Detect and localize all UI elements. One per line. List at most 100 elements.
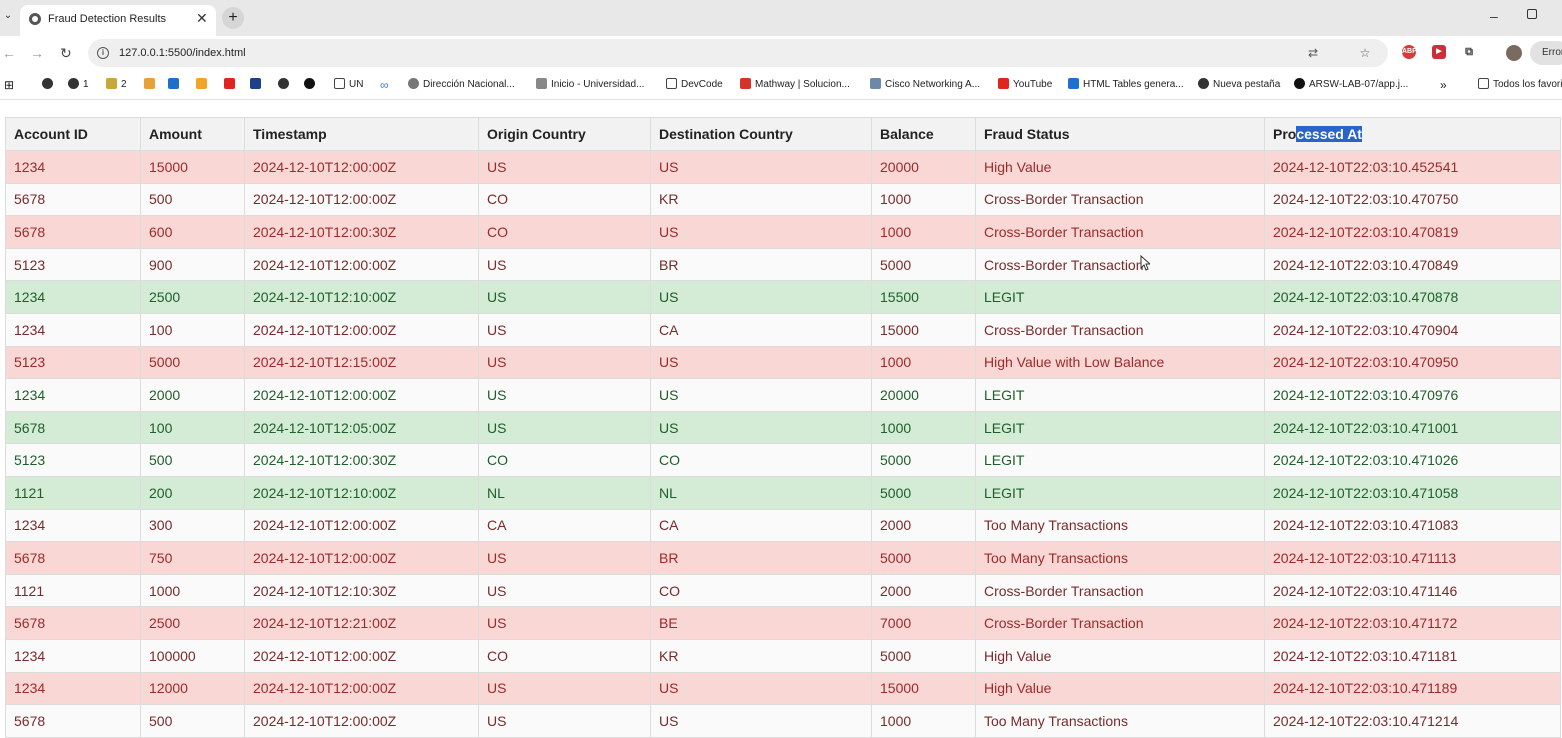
apps-grid-icon[interactable]: ⊞ <box>4 78 14 92</box>
cell-amount: 500 <box>140 704 245 738</box>
bookmark-item[interactable] <box>304 78 319 92</box>
cell-processed-at: 2024-12-10T22:03:10.452541 <box>1264 150 1561 184</box>
cell-destination-country: BE <box>650 606 872 640</box>
cell-balance: 5000 <box>871 541 976 575</box>
bookmark-star-icon[interactable]: ☆ <box>1358 46 1372 60</box>
profile-error-pill[interactable]: Error <box>1530 41 1562 65</box>
cell-amount: 1000 <box>140 573 245 608</box>
cell-fraud-status: LEGIT <box>975 443 1265 477</box>
table-row: 1234 2000 2024-12-10T12:00:00Z US US 20000 LEG… <box>5 378 1561 412</box>
site-info-icon[interactable]: i <box>97 47 109 59</box>
cell-timestamp: 2024-12-10T12:00:00Z <box>244 541 479 575</box>
column-header-balance: Balance <box>871 117 976 151</box>
cell-destination-country: US <box>650 215 872 249</box>
cell-fraud-status: LEGIT <box>975 280 1265 314</box>
adblock-extension-icon[interactable]: ABP <box>1402 45 1417 59</box>
cell-amount: 200 <box>140 475 245 510</box>
bookmark-folder-devcode[interactable]: DevCode <box>666 78 723 92</box>
bookmark-item[interactable] <box>42 78 57 92</box>
cell-account-id: 5678 <box>5 541 141 575</box>
cell-amount: 12000 <box>140 671 245 706</box>
table-row: 1121 200 2024-12-10T12:10:00Z NL NL 5000 LEGIT… <box>5 475 1561 510</box>
bookmark-item[interactable]: 2 <box>106 78 127 92</box>
cell-destination-country: KR <box>650 638 872 673</box>
bookmark-item[interactable] <box>278 78 293 92</box>
bookmark-item[interactable]: 1 <box>68 78 89 92</box>
bookmark-item[interactable]: Dirección Nacional... <box>408 78 515 92</box>
bookmark-folder-un[interactable]: UN <box>334 78 363 92</box>
bookmark-item[interactable]: Nueva pestaña <box>1198 78 1280 92</box>
cell-timestamp: 2024-12-10T12:00:00Z <box>244 182 479 217</box>
bookmark-item[interactable] <box>168 78 183 92</box>
bookmark-item[interactable]: Inicio - Universidad... <box>536 78 644 92</box>
bookmark-label: HTML Tables genera... <box>1083 79 1184 90</box>
bookmark-item[interactable]: YouTube <box>998 78 1052 92</box>
cell-timestamp: 2024-12-10T12:00:00Z <box>244 312 479 347</box>
tab-search-chevron-icon[interactable]: ⌄ <box>2 10 14 24</box>
cell-account-id: 1234 <box>5 150 141 184</box>
address-bar[interactable]: i 127.0.0.1:5500/index.html ⇄ ☆ <box>88 39 1388 67</box>
cell-amount: 100 <box>140 410 245 445</box>
maximize-window-icon[interactable] <box>1527 9 1537 19</box>
bookmark-label: Todos los favoritos <box>1493 79 1562 90</box>
fraud-results-table: Account ID Amount Timestamp Origin Count… <box>5 117 1561 738</box>
cell-balance: 7000 <box>871 606 976 640</box>
bookmark-item[interactable] <box>250 78 265 92</box>
table-row: 1234 100 2024-12-10T12:00:00Z US CA 15000 Cros… <box>5 312 1561 347</box>
forward-arrow-icon[interactable]: → <box>30 45 44 61</box>
bookmark-item[interactable] <box>196 78 211 92</box>
cell-destination-country: NL <box>650 475 872 510</box>
active-tab[interactable]: Fraud Detection Results ✕ <box>20 5 216 36</box>
more-bookmarks-chevron-icon[interactable]: » <box>1440 78 1447 92</box>
bookmark-folder-all[interactable]: Todos los favoritos <box>1478 78 1562 92</box>
bookmark-item[interactable]: Mathway | Solucion... <box>740 78 850 92</box>
table-row: 5678 500 2024-12-10T12:00:00Z CO KR 1000 Cross… <box>5 182 1561 217</box>
cell-account-id: 1234 <box>5 312 141 347</box>
cell-account-id: 5678 <box>5 215 141 249</box>
extensions-puzzle-icon[interactable]: ⧉ <box>1462 45 1476 59</box>
column-header-processed-at: Processed At <box>1264 117 1561 151</box>
cell-origin-country: CO <box>478 215 651 249</box>
bookmark-item[interactable]: ARSW-LAB-07/app.j... <box>1294 78 1408 92</box>
cell-amount: 5000 <box>140 345 245 380</box>
bookmark-item[interactable]: Cisco Networking A... <box>870 78 980 92</box>
cell-destination-country: US <box>650 378 872 412</box>
cell-destination-country: US <box>650 671 872 706</box>
bookmark-item[interactable] <box>224 78 239 92</box>
reload-icon[interactable]: ↻ <box>60 45 72 62</box>
bookmark-item[interactable]: HTML Tables genera... <box>1068 78 1184 92</box>
cell-fraud-status: Cross-Border Transaction <box>975 182 1265 217</box>
cell-account-id: 5123 <box>5 247 141 282</box>
bookmark-item[interactable] <box>144 78 159 92</box>
cell-balance: 5000 <box>871 475 976 510</box>
cell-timestamp: 2024-12-10T12:21:00Z <box>244 606 479 640</box>
translate-icon[interactable]: ⇄ <box>1306 46 1320 60</box>
new-tab-button[interactable]: + <box>222 7 244 29</box>
cell-origin-country: US <box>478 247 651 282</box>
processed-at-label: Processed At <box>1273 126 1362 142</box>
cell-balance: 20000 <box>871 378 976 412</box>
url-text[interactable]: 127.0.0.1:5500/index.html <box>119 47 246 59</box>
cell-fraud-status: High Value <box>975 671 1265 706</box>
cell-balance: 1000 <box>871 704 976 738</box>
infinity-icon[interactable]: ∞ <box>380 78 389 92</box>
cell-account-id: 1234 <box>5 378 141 412</box>
youtube-icon <box>224 78 235 89</box>
cell-amount: 500 <box>140 443 245 477</box>
back-arrow-icon[interactable]: ← <box>2 45 16 61</box>
cell-fraud-status: Cross-Border Transaction <box>975 312 1265 347</box>
tab-title: Fraud Detection Results <box>48 13 166 25</box>
column-header-origin-country: Origin Country <box>478 117 651 151</box>
cell-balance: 1000 <box>871 215 976 249</box>
table-row: 5678 600 2024-12-10T12:00:30Z CO US 1000 Cross… <box>5 215 1561 249</box>
cell-account-id: 1121 <box>5 573 141 608</box>
extension-red-icon[interactable]: ▶ <box>1432 45 1446 59</box>
chart-icon <box>106 78 117 89</box>
cell-origin-country: US <box>478 410 651 445</box>
outlook-icon <box>168 78 179 89</box>
profile-avatar[interactable] <box>1506 45 1522 61</box>
cell-processed-at: 2024-12-10T22:03:10.471058 <box>1264 475 1561 510</box>
minimize-window-icon[interactable]: – <box>1490 8 1498 24</box>
close-tab-icon[interactable]: ✕ <box>196 10 208 27</box>
cell-timestamp: 2024-12-10T12:00:00Z <box>244 508 479 543</box>
